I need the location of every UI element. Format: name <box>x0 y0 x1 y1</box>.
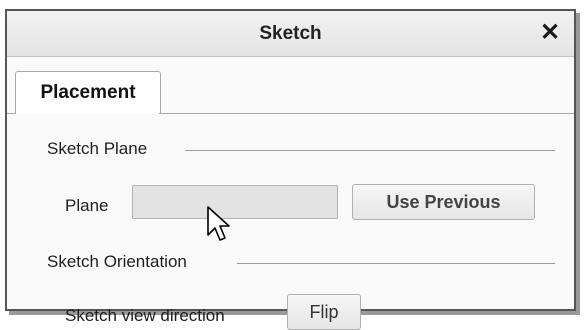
close-button[interactable]: ✕ <box>536 19 564 47</box>
sketch-orientation-divider <box>237 263 555 264</box>
sketch-plane-divider <box>185 150 555 151</box>
sketch-orientation-section-label: Sketch Orientation <box>47 252 187 271</box>
sketch-view-direction-label: Sketch view direction <box>65 306 225 325</box>
tab-placement[interactable]: Placement <box>15 71 161 114</box>
flip-button[interactable]: Flip <box>287 294 361 330</box>
use-previous-button[interactable]: Use Previous <box>352 184 535 220</box>
dialog-title: Sketch <box>259 23 322 44</box>
screenshot-frame: Sketch ✕ Placement Sketch Plane Plane Us… <box>0 0 584 330</box>
tab-divider-gap <box>16 113 159 114</box>
tab-strip: Placement <box>7 57 574 123</box>
plane-label: Plane <box>65 196 109 215</box>
dialog-titlebar[interactable]: Sketch ✕ <box>7 11 574 57</box>
close-icon[interactable]: ✕ <box>540 19 560 46</box>
sketch-plane-section-label: Sketch Plane <box>47 139 148 158</box>
plane-reference-field[interactable] <box>132 185 338 219</box>
